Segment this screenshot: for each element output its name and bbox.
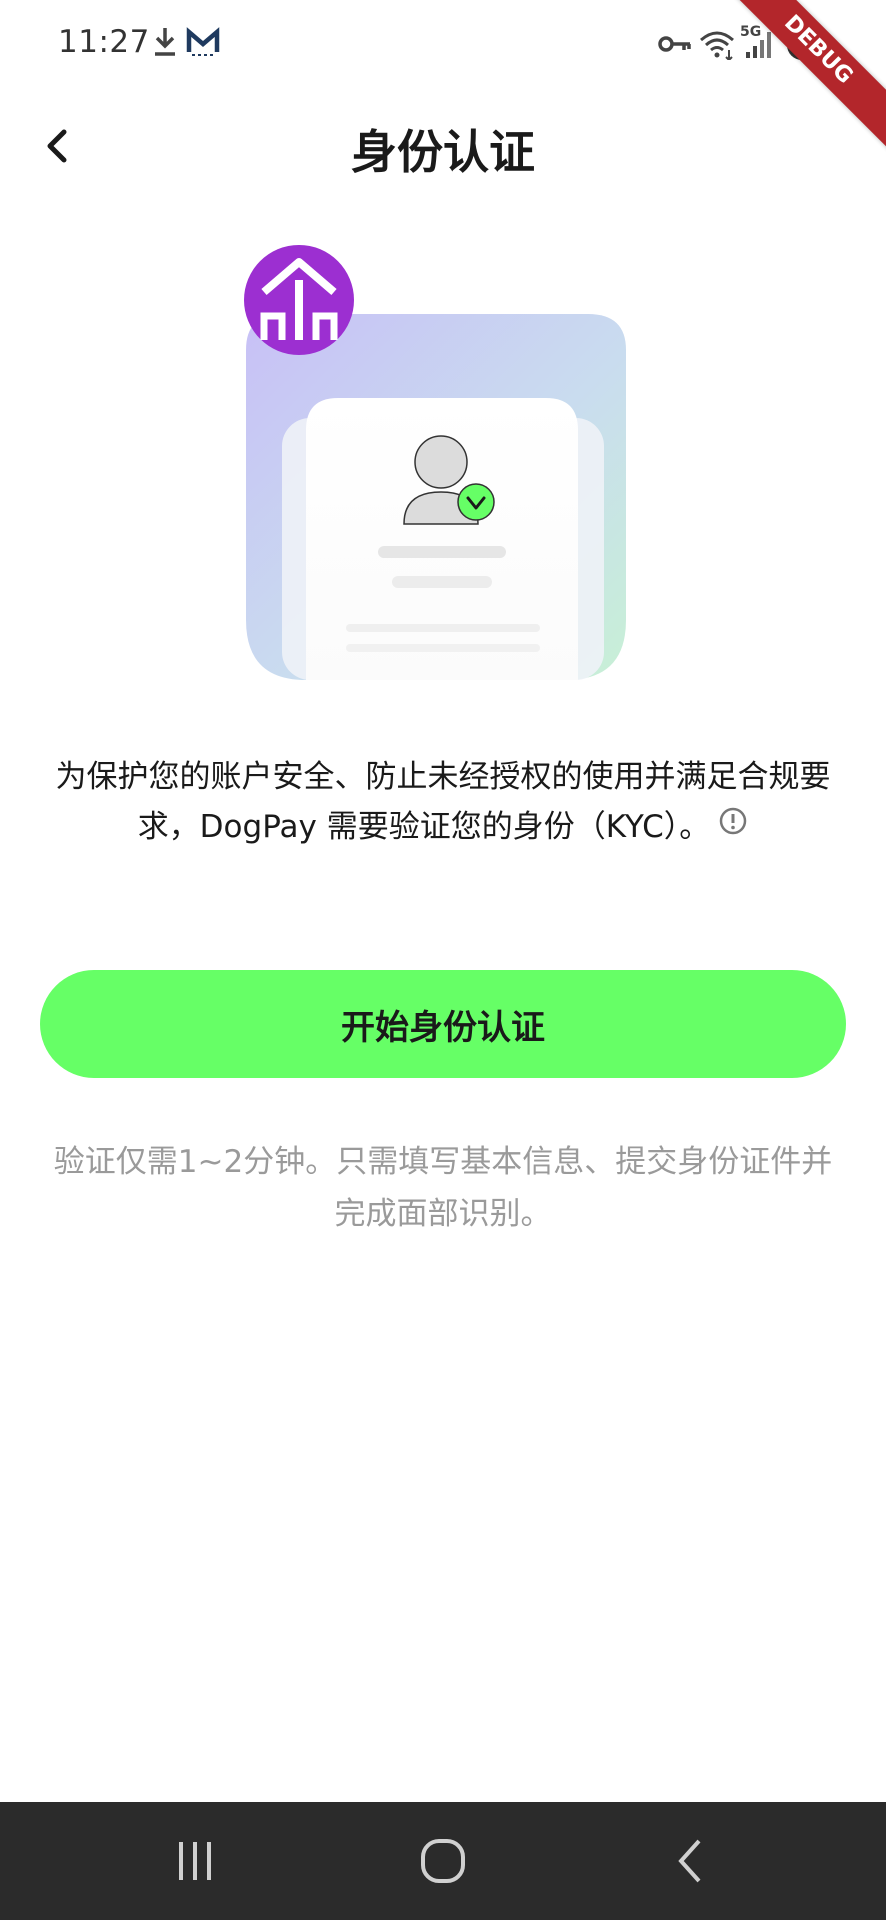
status-time: 11:27 (58, 24, 150, 60)
page-title: 身份认证 (351, 125, 535, 179)
vpn-key-icon (658, 34, 692, 58)
kyc-illustration (236, 240, 650, 680)
cellular-signal-icon: 5G (740, 24, 774, 64)
system-nav-bar (0, 1802, 886, 1920)
wifi-icon (698, 28, 736, 64)
back-icon (678, 1839, 701, 1883)
home-button[interactable] (383, 1826, 503, 1896)
start-verification-button[interactable]: 开始身份认证 (40, 970, 846, 1078)
info-icon[interactable] (718, 801, 748, 851)
check-badge-icon (457, 483, 495, 521)
mail-app-icon (186, 26, 220, 62)
download-icon (150, 26, 180, 62)
status-bar: 11:27 5G DEBUG (0, 0, 886, 157)
dogpay-logo-icon (244, 245, 354, 355)
verification-hint: 验证仅需1~2分钟。只需填写基本信息、提交身份证件并完成面部识别。 (53, 1144, 833, 1232)
recent-apps-icon (179, 1842, 211, 1880)
home-icon (421, 1839, 465, 1883)
kyc-description: 为保护您的账户安全、防止未经授权的使用并满足合规要求，DogPay 需要验证您的… (40, 752, 846, 852)
kyc-description-text: 为保护您的账户安全、防止未经授权的使用并满足合规要求，DogPay 需要验证您的… (55, 759, 831, 845)
recent-apps-button[interactable] (135, 1826, 255, 1896)
system-back-button[interactable] (632, 1826, 752, 1896)
app-header: 身份认证 (0, 100, 886, 192)
network-type-label: 5G (740, 24, 762, 40)
